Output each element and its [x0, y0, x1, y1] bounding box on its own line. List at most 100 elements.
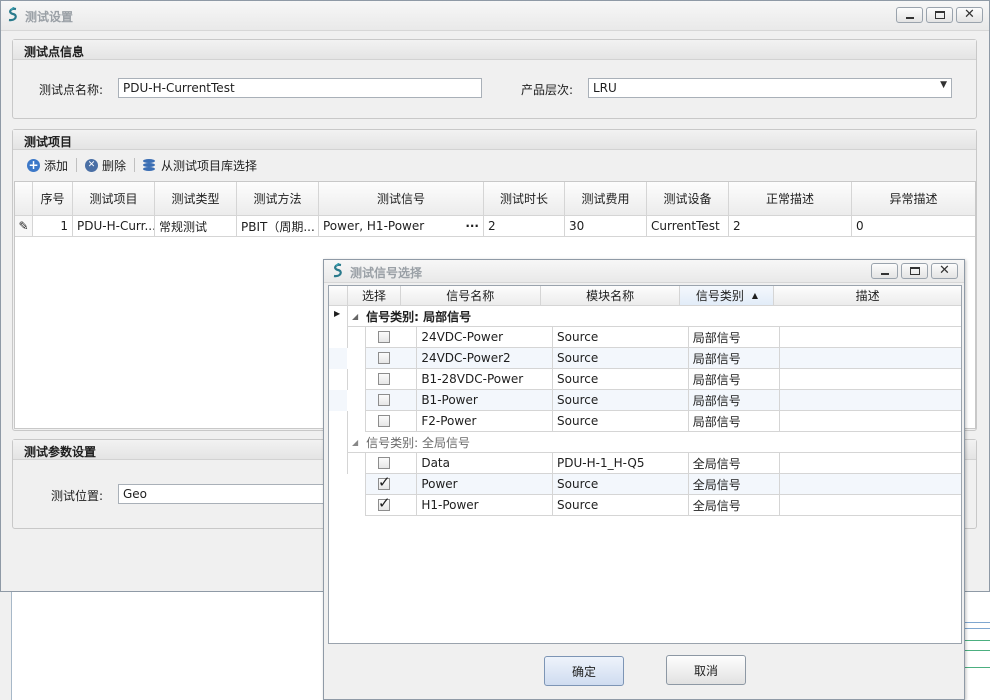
edit-pencil-icon: ✎: [15, 216, 33, 237]
row-checkbox[interactable]: [366, 411, 418, 432]
row-checkbox[interactable]: ✓: [366, 474, 418, 495]
dialog-close-button[interactable]: ✕: [931, 263, 958, 279]
checkmark-icon: ✓: [378, 495, 391, 512]
collapse-triangle-icon[interactable]: ◢: [352, 312, 358, 321]
add-button[interactable]: + 添加: [23, 155, 72, 175]
list-item[interactable]: ✓ Power Source 全局信号: [329, 474, 961, 495]
list-item[interactable]: Data PDU-H-1_H-Q5 全局信号: [329, 453, 961, 474]
main-titlebar: 测试设置 ✕: [1, 1, 989, 31]
checkmark-icon: ✓: [378, 474, 391, 491]
dialog-title: 测试信号选择: [350, 266, 423, 280]
minimize-icon: [881, 273, 889, 275]
checkbox-unchecked[interactable]: [378, 457, 391, 469]
group-label-global: 信号类别: 全局信号: [366, 435, 471, 450]
maximize-icon: [910, 267, 920, 275]
list-item[interactable]: B1-Power Source 局部信号: [329, 390, 961, 411]
column-header-item[interactable]: 测试项目: [73, 182, 155, 216]
add-label: 添加: [44, 158, 69, 173]
cell-description: [779, 390, 961, 411]
group-row-global[interactable]: ◢ 信号类别: 全局信号: [348, 432, 961, 453]
delete-button[interactable]: ✕ 删除: [81, 155, 130, 175]
sort-ascending-icon: ▲: [751, 291, 758, 300]
group-label-local: 信号类别: 局部信号: [366, 309, 472, 324]
cell-module-name: Source: [553, 327, 689, 348]
checkbox-checked[interactable]: ✓: [378, 495, 391, 511]
table-row[interactable]: ✎ 1 PDU-H-Curr... 常规测试 PBIT（周期... Power,…: [15, 216, 975, 237]
checkbox-unchecked[interactable]: [378, 415, 391, 427]
product-level-label: 产品层次:: [521, 83, 574, 97]
cell-signal-category: 局部信号: [688, 411, 780, 432]
row-indicator-header: [15, 182, 33, 216]
column-header-signal[interactable]: 测试信号: [319, 182, 484, 216]
column-header-description[interactable]: 描述: [774, 286, 961, 306]
cell-method[interactable]: PBIT（周期...: [237, 216, 319, 237]
product-level-value: LRU: [593, 81, 617, 95]
signal-grid: 选择 信号名称 模块名称 信号类别 ▲ 描述 ▶ ◢ 信号类别: 局部信号 24…: [328, 285, 962, 644]
column-header-module-name[interactable]: 模块名称: [540, 286, 681, 306]
cell-normal[interactable]: 2: [729, 216, 852, 237]
row-checkbox[interactable]: [366, 327, 418, 348]
close-button[interactable]: ✕: [956, 7, 983, 23]
maximize-icon: [935, 11, 945, 19]
cell-signal-category: 局部信号: [688, 390, 780, 411]
column-header-normal[interactable]: 正常描述: [729, 182, 852, 216]
dialog-maximize-button[interactable]: [901, 263, 928, 279]
collapse-triangle-icon[interactable]: ◢: [352, 438, 358, 447]
checkbox-unchecked[interactable]: [378, 394, 391, 406]
list-item[interactable]: F2-Power Source 局部信号: [329, 411, 961, 432]
column-header-duration[interactable]: 测试时长: [484, 182, 565, 216]
column-header-signal-category[interactable]: 信号类别 ▲: [680, 286, 775, 306]
row-checkbox[interactable]: [366, 390, 418, 411]
cell-signal-category: 局部信号: [688, 369, 780, 390]
row-checkbox[interactable]: [366, 369, 418, 390]
checkbox-unchecked[interactable]: [378, 373, 391, 385]
dialog-minimize-button[interactable]: [871, 263, 898, 279]
ok-button[interactable]: 确定: [544, 656, 624, 686]
row-indicator-header: [329, 286, 348, 306]
list-item[interactable]: 24VDC-Power Source 局部信号: [329, 327, 961, 348]
list-item[interactable]: ✓ H1-Power Source 全局信号: [329, 495, 961, 516]
row-checkbox[interactable]: [366, 348, 418, 369]
test-items-header: 测试项目: [13, 130, 976, 150]
column-header-no[interactable]: 序号: [33, 182, 73, 216]
group-row-local[interactable]: ◢ 信号类别: 局部信号: [348, 306, 961, 327]
background-sidebar: [0, 592, 12, 700]
cell-duration[interactable]: 2: [484, 216, 565, 237]
cell-no[interactable]: 1: [33, 216, 73, 237]
list-item[interactable]: B1-28VDC-Power Source 局部信号: [329, 369, 961, 390]
column-header-method[interactable]: 测试方法: [237, 182, 319, 216]
cancel-button[interactable]: 取消: [666, 655, 746, 685]
cell-module-name: Source: [553, 348, 689, 369]
cell-signal-name: F2-Power: [417, 411, 554, 432]
column-header-signal-name[interactable]: 信号名称: [400, 286, 541, 306]
cell-signal[interactable]: Power, H1-Power ···: [319, 216, 484, 237]
checkbox-unchecked[interactable]: [378, 331, 391, 343]
cell-device[interactable]: CurrentTest: [647, 216, 729, 237]
maximize-button[interactable]: [926, 7, 953, 23]
test-point-name-input[interactable]: PDU-H-CurrentTest: [118, 78, 482, 98]
product-level-select[interactable]: LRU ▼: [588, 78, 952, 98]
select-from-library-button[interactable]: 从测试项目库选择: [139, 155, 261, 175]
column-header-select[interactable]: 选择: [347, 286, 401, 306]
checkbox-unchecked[interactable]: [378, 352, 391, 364]
cell-description: [779, 411, 961, 432]
list-item[interactable]: 24VDC-Power2 Source 局部信号: [329, 348, 961, 369]
cell-type[interactable]: 常规测试: [155, 216, 237, 237]
test-items-toolbar: + 添加 ✕ 删除 从测试项目库选择: [23, 154, 261, 176]
cell-module-name: Source: [553, 390, 689, 411]
app-logo-icon: [333, 263, 342, 278]
column-header-abnormal[interactable]: 异常描述: [852, 182, 975, 216]
row-checkbox[interactable]: ✓: [366, 495, 418, 516]
row-checkbox[interactable]: [366, 453, 418, 474]
cell-cost[interactable]: 30: [565, 216, 647, 237]
checkbox-checked[interactable]: ✓: [378, 474, 391, 490]
cell-abnormal[interactable]: 0: [852, 216, 975, 237]
cell-signal-category: 全局信号: [688, 453, 780, 474]
ellipsis-icon[interactable]: ···: [465, 219, 479, 233]
column-header-device[interactable]: 测试设备: [647, 182, 729, 216]
column-header-cost[interactable]: 测试费用: [565, 182, 647, 216]
cell-signal-name: Power: [417, 474, 554, 495]
column-header-type[interactable]: 测试类型: [155, 182, 237, 216]
minimize-button[interactable]: [896, 7, 923, 23]
cell-item[interactable]: PDU-H-Curr...: [73, 216, 155, 237]
